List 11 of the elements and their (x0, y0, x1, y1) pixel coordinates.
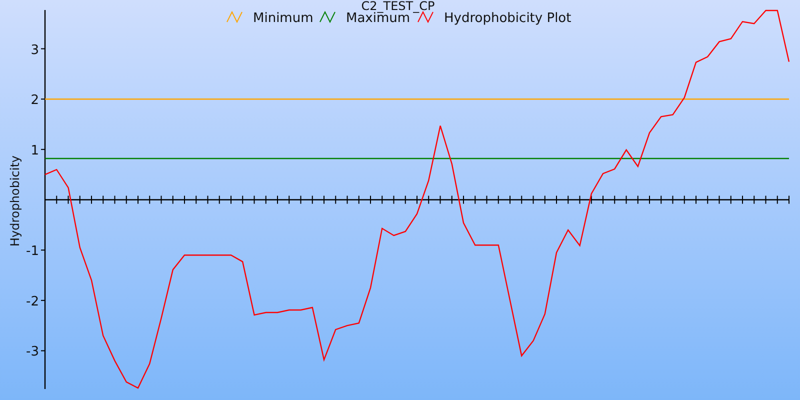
y-axis-label: Hydrophobicity (8, 156, 22, 246)
y-tick-label: -1 (26, 244, 39, 260)
legend-label: Minimum (253, 11, 314, 26)
chart-title: C2_TEST_CP (361, 0, 435, 13)
y-tick-label: 2 (30, 93, 39, 108)
y-tick-label: 3 (30, 42, 39, 58)
legend-label: Maximum (346, 11, 410, 26)
legend-label: Hydrophobicity Plot (444, 11, 572, 26)
y-tick-label: 1 (30, 143, 39, 158)
y-tick-label: -3 (26, 344, 39, 360)
y-tick-label: -2 (26, 294, 39, 310)
